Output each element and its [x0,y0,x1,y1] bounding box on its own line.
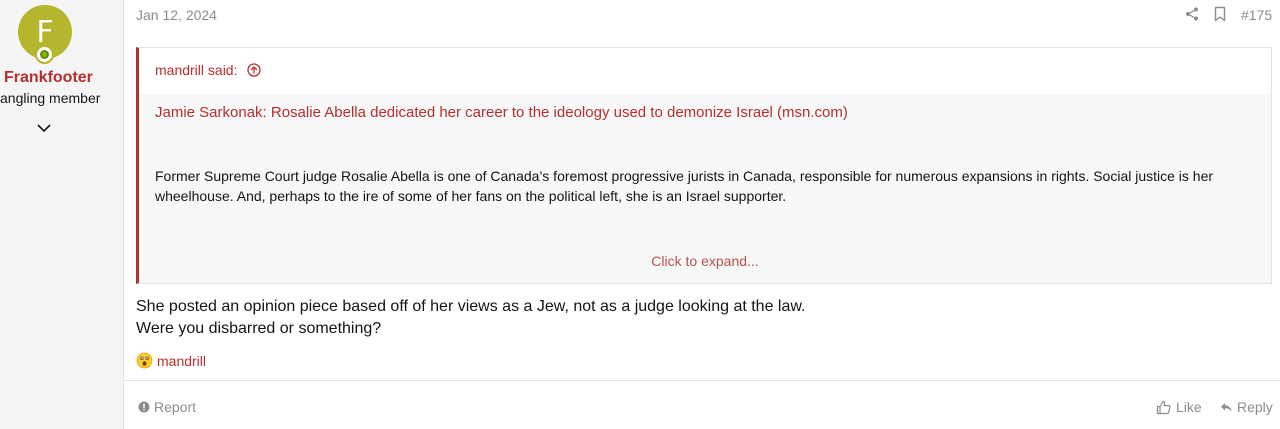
message-line: Were you disbarred or something? [136,320,382,337]
thumbs-up-icon [1156,400,1171,414]
user-title: angling member [0,90,101,106]
arrow-up-circle-icon[interactable] [247,63,262,77]
chevron-down-icon[interactable] [36,122,52,134]
share-icon[interactable] [1185,7,1199,21]
wow-face-icon [136,352,153,369]
user-cell: F Frankfooter angling member [0,0,124,429]
reply-arrow-icon [1221,402,1232,412]
quote-author-label: mandrill said: [155,62,238,78]
post-date[interactable]: Jan 12, 2024 [136,7,217,23]
report-button[interactable]: Report [138,399,196,415]
click-to-expand-link[interactable]: Click to expand... [139,253,1271,269]
message-body: She posted an opinion piece based off of… [136,296,806,340]
quote-author-link[interactable]: mandrill said: [155,62,262,78]
like-button[interactable]: Like [1156,399,1202,415]
report-label: Report [154,399,197,415]
quote-body-text: Former Supreme Court judge Rosalie Abell… [155,168,1214,204]
message-line: She posted an opinion piece based off of… [136,298,806,315]
like-label: Like [1176,399,1202,415]
bookmark-icon[interactable] [1214,6,1226,22]
quote-block: mandrill said: Jamie Sarkonak: Rosalie A… [136,47,1272,284]
reply-button[interactable]: Reply [1220,399,1273,415]
reaction-user-link[interactable]: mandrill [157,353,206,369]
footer-divider [124,380,1280,381]
quote-header: mandrill said: [139,48,1271,94]
post-number-link[interactable]: #175 [1241,7,1272,23]
reply-label: Reply [1237,399,1273,415]
quote-article-link[interactable]: Jamie Sarkonak: Rosalie Abella dedicated… [155,104,848,121]
reactions-bar[interactable]: mandrill [136,352,206,369]
alert-circle-icon [138,401,150,413]
username[interactable]: Frankfooter [4,69,93,87]
online-status-icon [35,45,54,64]
